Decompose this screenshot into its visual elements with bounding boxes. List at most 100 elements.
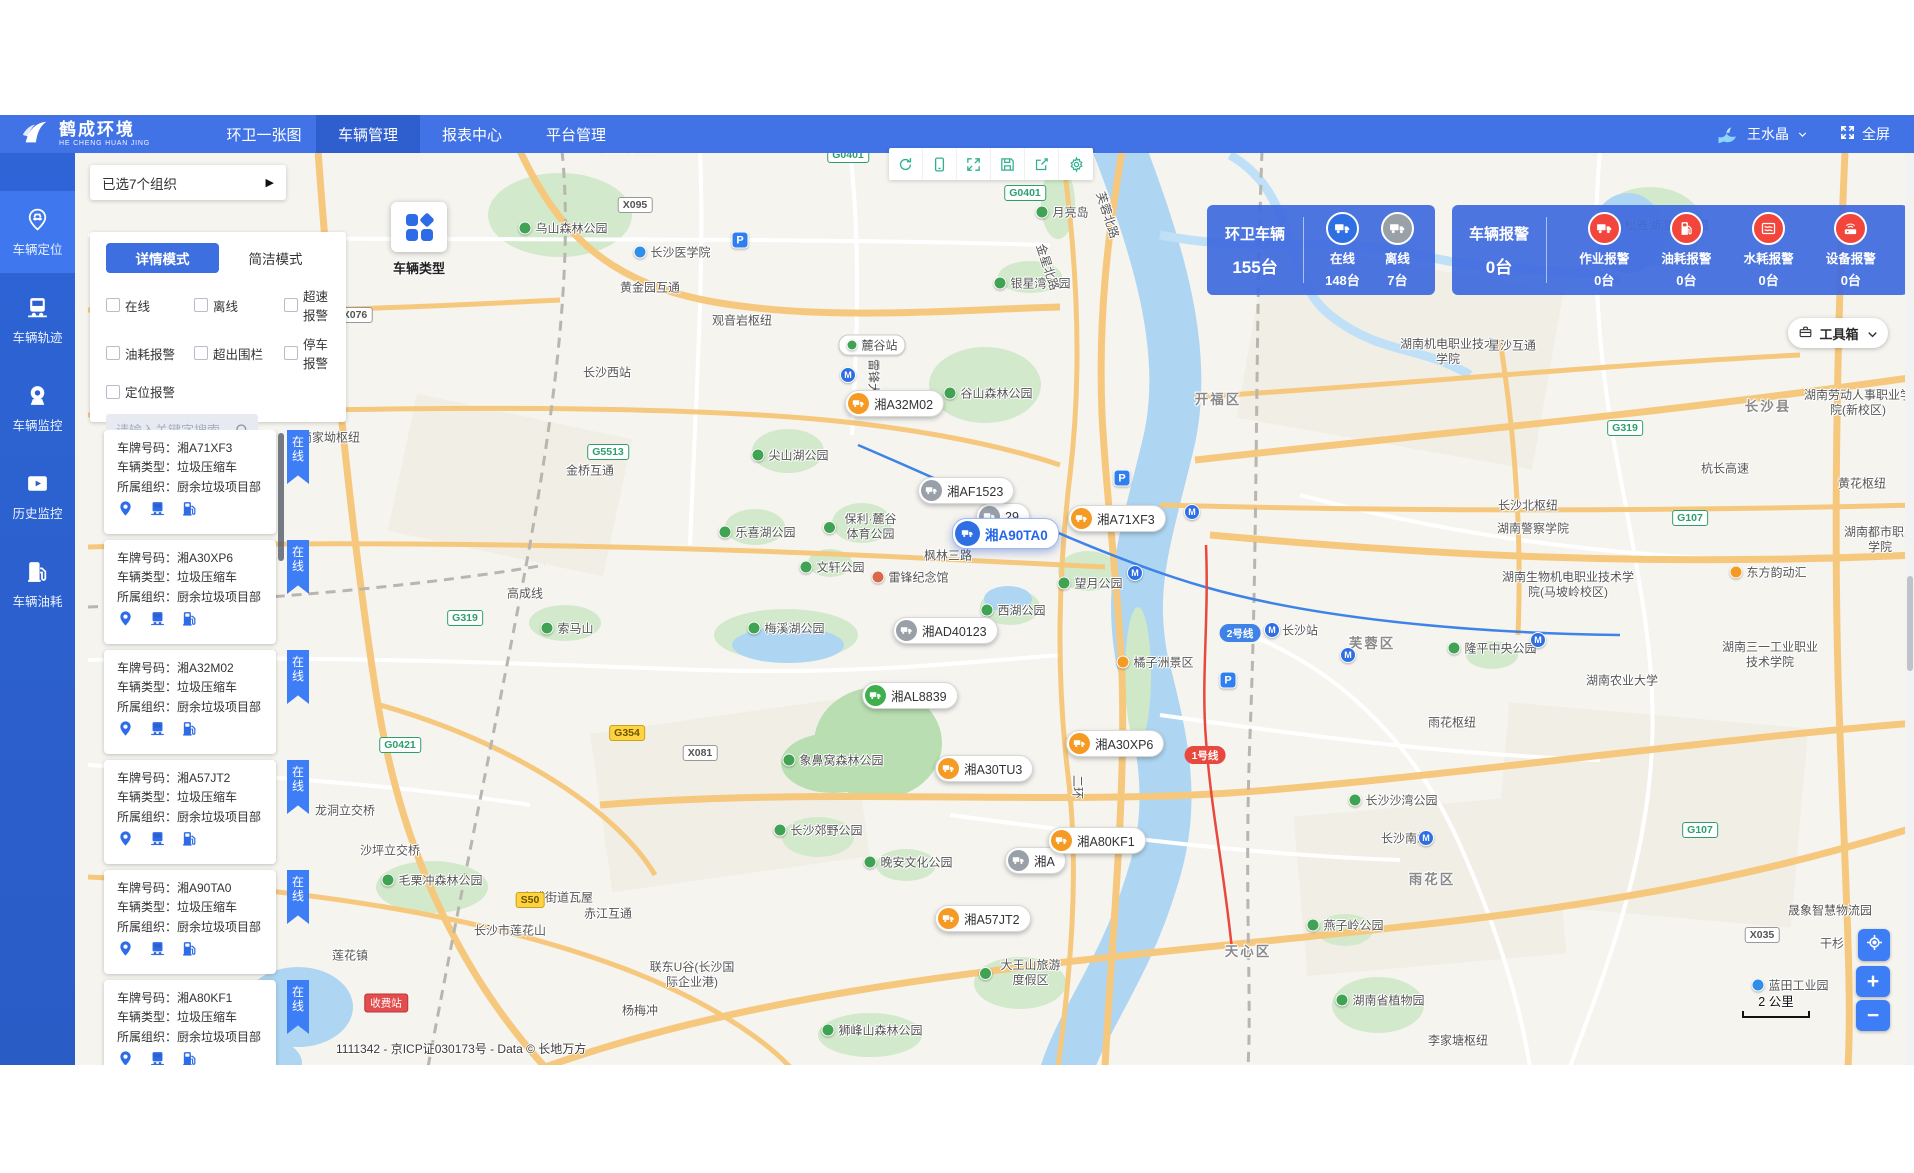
fuel-vehicle-icon[interactable] (181, 720, 198, 737)
fuel-vehicle-icon[interactable] (181, 940, 198, 957)
alarm-stats-panel: 车辆报警 0台 作业报警0台油耗报警0台水耗报警0台设备报警0台 (1452, 205, 1908, 295)
sidebar-item-车辆油耗[interactable]: 车辆油耗 (0, 543, 75, 625)
track-vehicle-icon[interactable] (149, 610, 166, 627)
sidebar-item-车辆定位[interactable]: 车辆定位 (0, 191, 75, 273)
zoom-in-button[interactable]: + (1856, 966, 1890, 997)
track-vehicle-icon[interactable] (149, 1050, 166, 1065)
filter-离线[interactable]: 离线 (194, 286, 284, 324)
filter-油耗报警[interactable]: 油耗报警 (106, 334, 194, 372)
vehicle-marker-湘A30TU3[interactable]: 湘A30TU3 (935, 755, 1033, 782)
checkbox[interactable] (194, 346, 208, 360)
toolbox-label: 工具箱 (1819, 324, 1858, 343)
metro-station-icon: M (1184, 504, 1200, 520)
vehicle-card[interactable]: 车牌号码：湘A32M02车辆类型：垃圾压缩车所属组织：厨余垃圾项目部在线 (104, 650, 276, 754)
filter-超出围栏[interactable]: 超出围栏 (194, 334, 284, 372)
stat-value: 0台 (1758, 270, 1778, 289)
vehicle-marker-湘A90TA0[interactable]: 湘A90TA0 (952, 518, 1059, 549)
vehicle-list-scrollbar[interactable] (278, 433, 284, 561)
metro-station-icon: M (1530, 632, 1546, 648)
locate-vehicle-icon[interactable] (117, 940, 134, 957)
sidebar-item-label: 车辆油耗 (12, 591, 62, 610)
track-vehicle-icon[interactable] (149, 940, 166, 957)
vehicle-marker-湘AL8839[interactable]: 湘AL8839 (862, 682, 958, 709)
track-vehicle-icon[interactable] (149, 500, 166, 517)
tab-simple-mode[interactable]: 简洁模式 (219, 243, 332, 273)
sidebar-item-车辆监控[interactable]: 车辆监控 (0, 367, 75, 449)
toolbox-icon (1798, 324, 1813, 342)
locate-vehicle-icon[interactable] (117, 720, 134, 737)
parking-icon[interactable]: P (732, 232, 749, 249)
vehicle-marker-湘A80KF1[interactable]: 湘A80KF1 (1048, 827, 1146, 854)
vehicle-marker-湘AD40123[interactable]: 湘AD40123 (893, 617, 998, 644)
vehicle-marker-湘A30XP6[interactable]: 湘A30XP6 (1066, 730, 1164, 757)
zoom-out-button[interactable]: − (1856, 1000, 1890, 1031)
parking-icon[interactable]: P (1220, 672, 1237, 689)
page-scrollbar[interactable] (1905, 151, 1914, 1065)
map-tool-zoomReset[interactable] (889, 148, 923, 180)
checkbox[interactable] (284, 346, 298, 360)
track-vehicle-icon[interactable] (149, 830, 166, 847)
filter-超速报警[interactable]: 超速报警 (284, 286, 332, 324)
vehicle-card[interactable]: 车牌号码：湘A30XP6车辆类型：垃圾压缩车所属组织：厨余垃圾项目部在线 (104, 540, 276, 644)
vehicle-card[interactable]: 车牌号码：湘A80KF1车辆类型：垃圾压缩车所属组织：厨余垃圾项目部在线 (104, 980, 276, 1065)
org-expand-arrow[interactable]: ▶ (266, 176, 274, 189)
nav-tab-环卫一张图[interactable]: 环卫一张图 (212, 115, 316, 153)
nav-tab-报表中心[interactable]: 报表中心 (420, 115, 524, 153)
parking-icon[interactable]: P (1114, 470, 1131, 487)
map-label-text: 尖山湖公园 (768, 447, 828, 464)
status-badge: 在线 (287, 760, 309, 814)
vehicle-marker-湘A71XF3[interactable]: 湘A71XF3 (1068, 505, 1166, 532)
filter-在线[interactable]: 在线 (106, 286, 194, 324)
fullscreen-button[interactable]: 全屏 (1839, 124, 1890, 144)
checkbox[interactable] (106, 385, 120, 399)
checkbox[interactable] (194, 298, 208, 312)
vehicle-card-row: 车辆类型：垃圾压缩车 (117, 788, 270, 807)
track-vehicle-icon[interactable] (149, 720, 166, 737)
map-tool-expand[interactable] (957, 148, 991, 180)
vehicle-marker-湘A32M02[interactable]: 湘A32M02 (845, 390, 944, 417)
vehicle-type-button[interactable]: 车辆类型 (391, 202, 447, 277)
map-label-G5513: G5513 (587, 444, 629, 460)
map-tool-tablet[interactable] (923, 148, 957, 180)
checkbox[interactable] (106, 298, 120, 312)
vehicle-card[interactable]: 车牌号码：湘A90TA0车辆类型：垃圾压缩车所属组织：厨余垃圾项目部在线 (104, 870, 276, 974)
locate-vehicle-icon[interactable] (117, 830, 134, 847)
vehicle-marker-label: 湘A30XP6 (1095, 734, 1153, 753)
sidebar-item-车辆轨迹[interactable]: 车辆轨迹 (0, 279, 75, 361)
org-selector-label: 已选7个组织 (102, 173, 177, 193)
filter-定位报警[interactable]: 定位报警 (106, 382, 194, 401)
user-menu[interactable]: 王水晶 (1716, 122, 1809, 146)
stat-label: 在线 (1330, 248, 1355, 267)
tab-detail-mode[interactable]: 详情模式 (106, 243, 219, 273)
fuel-vehicle-icon[interactable] (181, 610, 198, 627)
toolbox-button[interactable]: 工具箱 (1788, 318, 1888, 348)
fuel-vehicle-icon[interactable] (181, 830, 198, 847)
map-label-湖南省植物园: 湖南省植物园 (1335, 992, 1424, 1009)
map-tool-share[interactable] (1025, 148, 1059, 180)
org-selector[interactable]: 已选7个组织 ▶ (90, 165, 286, 200)
checkbox[interactable] (106, 346, 120, 360)
map-tool-gear[interactable] (1059, 148, 1093, 180)
map-label-大王山旅游度假区: 大王山旅游度假区 (979, 958, 1065, 988)
map-label-索马山: 索马山 (540, 620, 593, 637)
truck-icon (955, 521, 980, 546)
checkbox[interactable] (284, 298, 298, 312)
locate-vehicle-icon[interactable] (117, 500, 134, 517)
vehicle-marker-label: 湘A30TU3 (964, 759, 1022, 778)
vehicle-marker-湘AF1523[interactable]: 湘AF1523 (918, 477, 1014, 504)
vehicle-card[interactable]: 车牌号码：湘A57JT2车辆类型：垃圾压缩车所属组织：厨余垃圾项目部在线 (104, 760, 276, 864)
locate-vehicle-icon[interactable] (117, 1050, 134, 1065)
fuel-vehicle-icon[interactable] (181, 1050, 198, 1065)
nav-tab-车辆管理[interactable]: 车辆管理 (316, 115, 420, 153)
filter-停车报警[interactable]: 停车报警 (284, 334, 332, 372)
vehicle-card[interactable]: 车牌号码：湘A71XF3车辆类型：垃圾压缩车所属组织：厨余垃圾项目部在线 (104, 430, 276, 534)
vehicle-marker-湘A57JT2[interactable]: 湘A57JT2 (935, 905, 1031, 932)
page-scrollbar-thumb[interactable] (1907, 576, 1913, 671)
sidebar-item-历史监控[interactable]: 历史监控 (0, 455, 75, 537)
locate-button[interactable] (1858, 929, 1890, 961)
fuel-vehicle-icon[interactable] (181, 500, 198, 517)
map-tool-save[interactable] (991, 148, 1025, 180)
map-label-望月公园: 望月公园 (1057, 575, 1122, 592)
locate-vehicle-icon[interactable] (117, 610, 134, 627)
nav-tab-平台管理[interactable]: 平台管理 (524, 115, 628, 153)
